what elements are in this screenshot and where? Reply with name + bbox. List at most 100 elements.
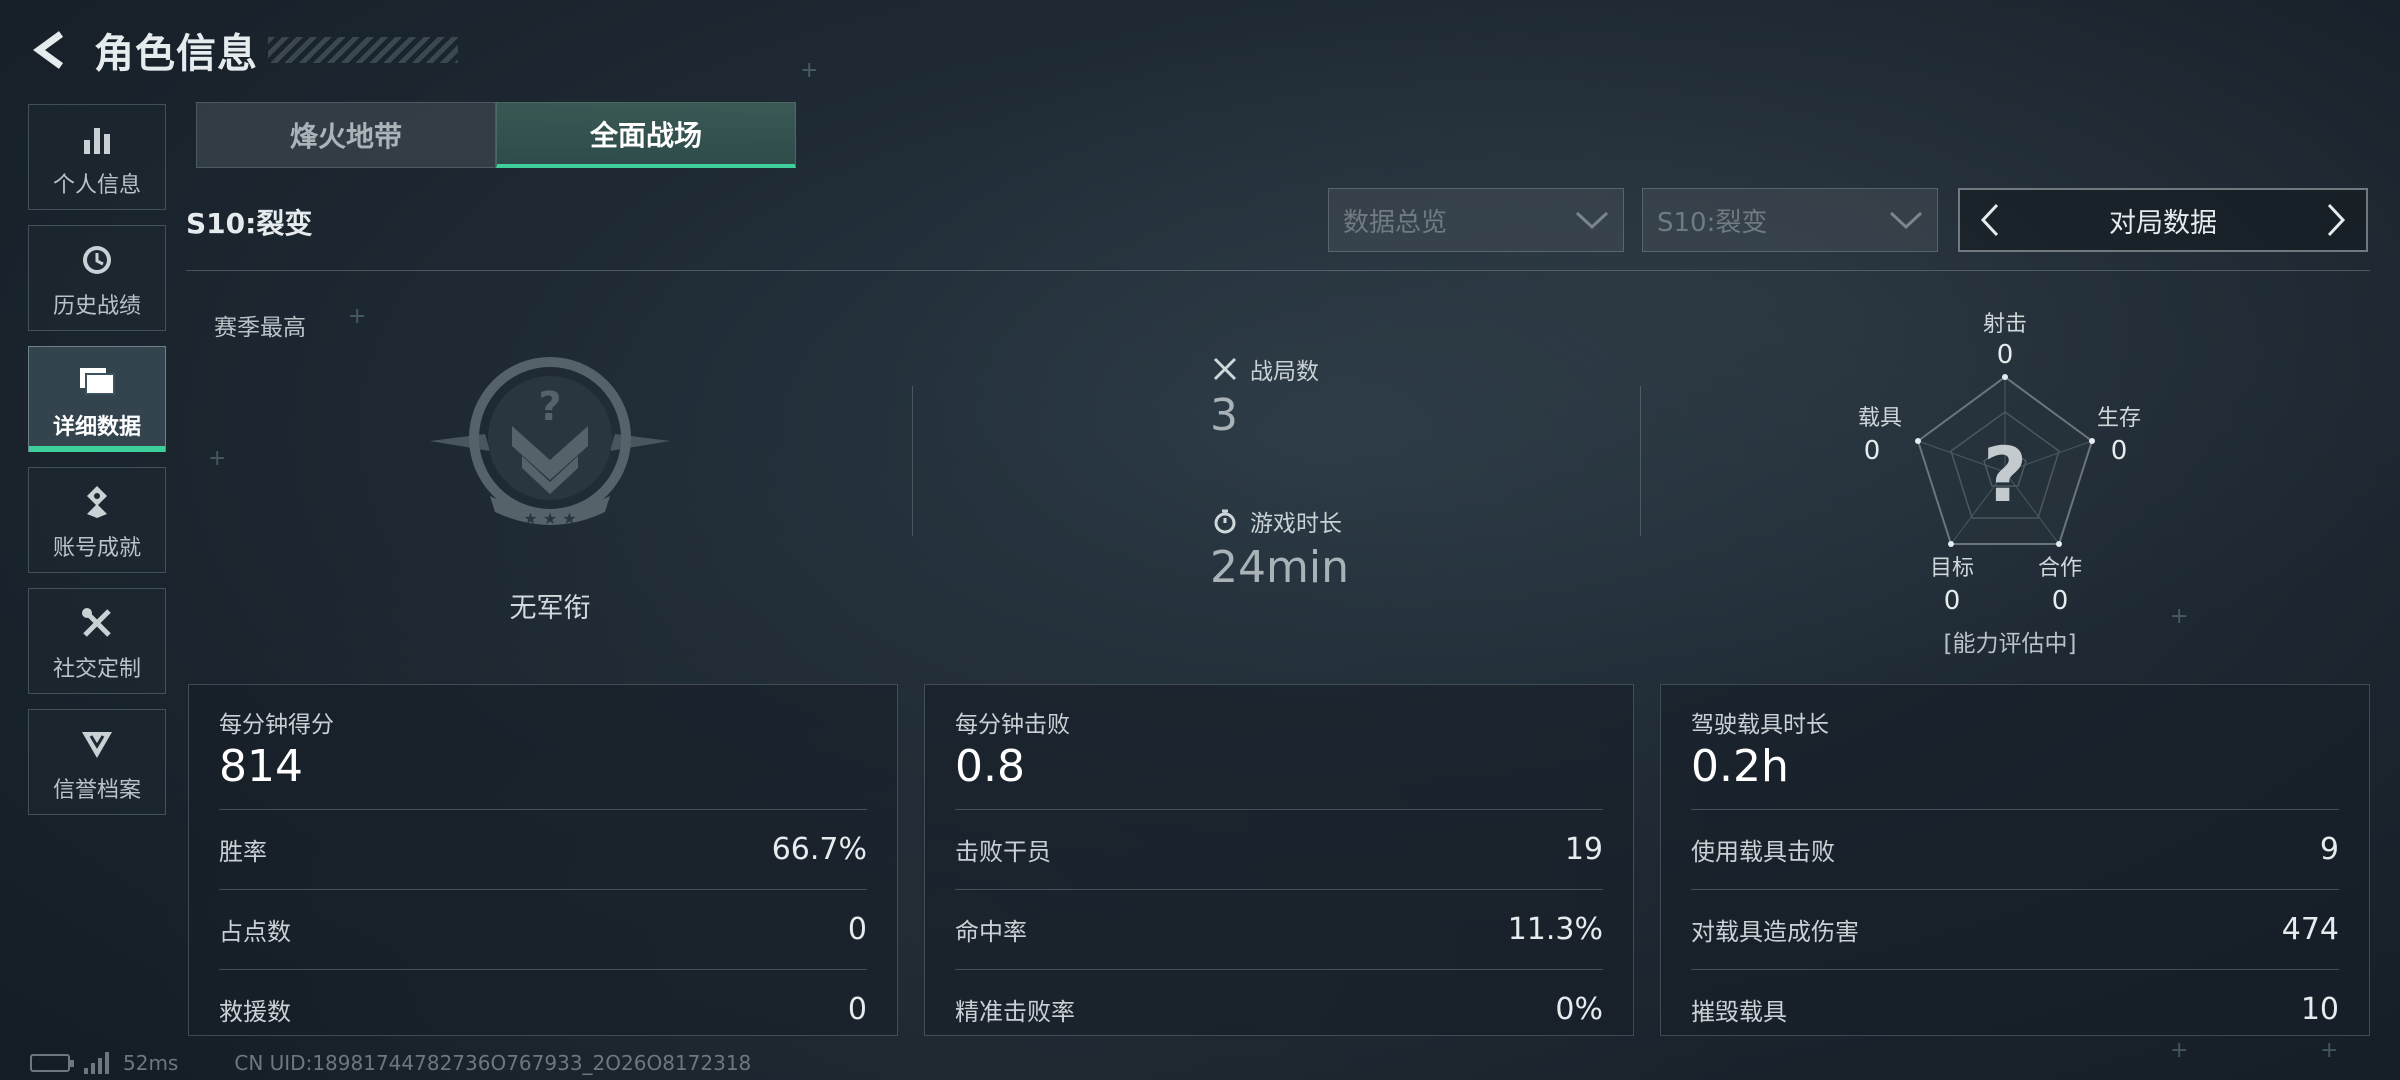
radar-value-teamwork: 0 (2051, 586, 2069, 616)
stat-row: 使用载具击败 9 (1691, 809, 2339, 889)
panel-title: 每分钟得分 (219, 712, 334, 738)
stat-key: 命中率 (955, 918, 1027, 946)
ability-radar: ? 射击 0 生存 0 合作 0 目标 0 载具 0 [能力评估中] (1840, 300, 2180, 660)
crossed-swords-icon (1210, 354, 1240, 384)
sidebar-item-social-custom[interactable]: 社交定制 (28, 588, 166, 694)
chevron-left-icon (1980, 203, 1999, 237)
stat-key: 对载具造成伤害 (1691, 918, 1859, 946)
radar-status: [能力评估中] (1943, 631, 2077, 657)
uid-text: CN UID:18981744782736O767933_2O26O817231… (234, 1051, 752, 1075)
sidebar: 个人信息 历史战绩 详细数据 账号成就 社交定制 信誉档案 (28, 104, 166, 830)
mode-tabs: 烽火地带 全面战场 (196, 102, 796, 168)
stat-key: 击败干员 (955, 838, 1051, 866)
panel-value: 0.2h (1691, 741, 1789, 792)
stat-row: 摧毁载具 10 (1691, 969, 2339, 1049)
sidebar-item-reputation[interactable]: 信誉档案 (28, 709, 166, 815)
overview-dropdown[interactable]: 数据总览 (1328, 188, 1624, 252)
stat-value: 9 (2319, 832, 2339, 867)
sidebar-item-label: 社交定制 (52, 657, 141, 682)
pager-prev-button[interactable] (1970, 196, 2010, 244)
page-header: 角色信息 (28, 20, 458, 80)
stat-value: 66.7% (771, 832, 867, 867)
sidebar-item-detailed-data[interactable]: 详细数据 (28, 346, 166, 452)
tab-full-battlefield[interactable]: 全面战场 (496, 102, 796, 168)
chevron-right-icon (2327, 203, 2346, 237)
sidebar-item-achievements[interactable]: 账号成就 (28, 467, 166, 573)
radar-label-objective: 目标 (1929, 556, 1974, 581)
matches-label: 战局数 (1250, 359, 1319, 385)
svg-text:?: ? (538, 384, 561, 430)
rank-emblem-icon: ? ★ ★ ★ (430, 356, 670, 536)
sidebar-item-label: 历史战绩 (52, 294, 141, 319)
stat-value: 0 (847, 992, 867, 1027)
score-panel: 每分钟得分 814 胜率 66.7% 占点数 0 救援数 0 (188, 684, 898, 1036)
season-dropdown[interactable]: S10:裂变 (1642, 188, 1938, 252)
folder-data-icon (78, 357, 116, 405)
sidebar-item-history[interactable]: 历史战绩 (28, 225, 166, 331)
crosshair-decoration: + (348, 304, 367, 329)
data-type-pager: 对局数据 (1958, 188, 2368, 252)
tools-icon (79, 599, 115, 647)
stat-value: 10 (2300, 992, 2339, 1027)
section-divider (186, 270, 2370, 271)
vertical-divider (912, 386, 913, 536)
sidebar-item-label: 信誉档案 (52, 778, 141, 803)
stat-key: 使用载具击败 (1691, 838, 1835, 866)
clock-history-icon (79, 236, 115, 284)
sidebar-item-personal-info[interactable]: 个人信息 (28, 104, 166, 210)
sidebar-item-label: 个人信息 (52, 173, 141, 198)
tab-extraction-zone[interactable]: 烽火地带 (196, 102, 496, 168)
dropdown-value: S10:裂变 (1657, 207, 1768, 238)
crosshair-decoration: + (208, 446, 227, 471)
radar-label-vehicle: 载具 (1857, 406, 1902, 431)
stat-key: 占点数 (219, 918, 291, 946)
rank-name: 无军衔 (509, 593, 591, 624)
stat-row: 命中率 11.3% (955, 889, 1603, 969)
status-footer: 52ms CN UID:18981744782736O767933_2O26O8… (30, 1046, 751, 1080)
panel-value: 0.8 (955, 741, 1025, 792)
svg-text:★ ★ ★: ★ ★ ★ (523, 509, 576, 528)
sidebar-item-label: 详细数据 (52, 415, 141, 440)
stat-value: 19 (1564, 832, 1603, 867)
radar-value-objective: 0 (1943, 586, 1961, 616)
radar-unknown-glyph: ? (1982, 430, 2028, 519)
back-button[interactable] (28, 27, 74, 73)
radar-label-shooting: 射击 (1982, 312, 2027, 337)
panel-value: 814 (219, 741, 303, 792)
stat-key: 摧毁载具 (1691, 998, 1787, 1026)
stat-key: 救援数 (219, 998, 291, 1026)
stat-key: 胜率 (219, 838, 267, 866)
radar-value-shooting: 0 (1996, 340, 2014, 370)
stat-row: 精准击败率 0% (955, 969, 1603, 1049)
stat-row: 占点数 0 (219, 889, 867, 969)
stat-key: 精准击败率 (955, 998, 1075, 1026)
pager-label: 对局数据 (2109, 207, 2217, 239)
season-best-label: 赛季最高 (214, 315, 306, 341)
stat-value: 0 (847, 912, 867, 947)
stat-row: 击败干员 19 (955, 809, 1603, 889)
playtime-stat: 游戏时长 24min (1210, 504, 1349, 593)
season-label: S10:裂变 (186, 207, 313, 240)
radar-value-survival: 0 (2110, 436, 2128, 466)
bar-chart-icon (80, 115, 114, 163)
stat-row: 胜率 66.7% (219, 809, 867, 889)
achievement-icon (79, 478, 115, 526)
shield-badge-icon (79, 720, 115, 768)
ping-value: 52ms (123, 1051, 179, 1075)
panel-title: 驾驶载具时长 (1691, 712, 1829, 738)
stat-value: 474 (2281, 912, 2339, 947)
radar-label-teamwork: 合作 (2037, 556, 2082, 581)
pager-next-button[interactable] (2316, 196, 2356, 244)
vehicle-panel: 驾驶载具时长 0.2h 使用载具击败 9 对载具造成伤害 474 摧毁载具 10 (1660, 684, 2370, 1036)
matches-stat: 战局数 3 (1210, 352, 1319, 441)
kills-panel: 每分钟击败 0.8 击败干员 19 命中率 11.3% 精准击败率 0% (924, 684, 1634, 1036)
signal-icon (84, 1052, 109, 1074)
stat-row: 救援数 0 (219, 969, 867, 1049)
stat-value: 0% (1555, 992, 1603, 1027)
radar-value-vehicle: 0 (1863, 436, 1881, 466)
stat-value: 11.3% (1507, 912, 1603, 947)
battery-icon (30, 1054, 74, 1072)
crosshair-decoration: + (800, 58, 819, 83)
matches-value: 3 (1210, 390, 1238, 441)
vertical-divider (1640, 386, 1641, 536)
